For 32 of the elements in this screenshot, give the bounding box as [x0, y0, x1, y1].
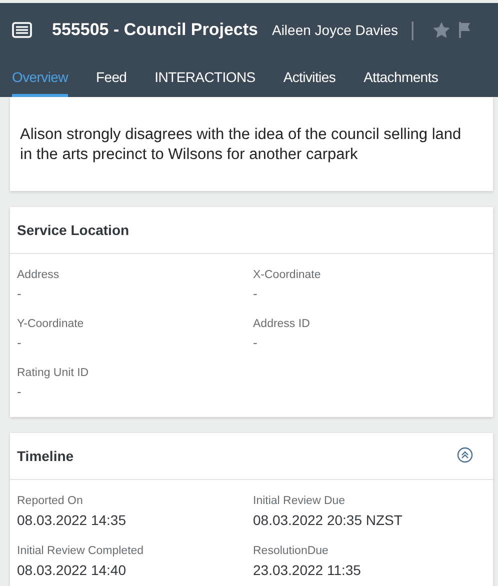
field-value: 23.03.2022 11:35	[253, 562, 362, 578]
collapse-button[interactable]	[457, 446, 473, 466]
section-title: Service Location	[17, 222, 130, 238]
field-label: Y-Coordinate	[17, 318, 85, 330]
field-value: -	[17, 384, 22, 399]
field-value: -	[253, 286, 258, 301]
field-value: 08.03.2022 14:40	[17, 562, 127, 578]
field-label: Rating Unit ID	[17, 367, 90, 379]
field-label: Initial Review Due	[253, 495, 346, 507]
tab[interactable]: Activities	[283, 57, 336, 97]
field-label: Address	[17, 269, 60, 281]
field-value: 08.03.2022 14:35	[17, 512, 127, 528]
description-text: Alison strongly disagrees with the idea of the council selling land in the arts precinct to Wilsons for another carpark	[20, 125, 462, 165]
field-value: -	[17, 286, 22, 301]
flag-icon[interactable]	[458, 22, 470, 38]
star-icon[interactable]	[433, 22, 450, 38]
field-value: -	[253, 335, 258, 350]
tab[interactable]: Attachments	[364, 57, 438, 97]
field-label: X-Coordinate	[253, 269, 322, 281]
tab[interactable]: Feed	[96, 57, 127, 97]
separator: |	[410, 18, 416, 42]
field-label: ResolutionDue	[253, 545, 330, 557]
list-icon[interactable]	[12, 22, 32, 38]
field-label: Reported On	[17, 495, 84, 507]
owner-name: Aileen Joyce Davies	[272, 22, 398, 38]
section-title: Timeline	[17, 448, 74, 464]
tab[interactable]: INTERACTIONS	[154, 57, 256, 97]
field-label: Initial Review Completed	[17, 545, 145, 557]
field-label: Address ID	[253, 318, 311, 330]
field-value: -	[17, 335, 22, 350]
field-value: 08.03.2022 20:35 NZST	[253, 512, 404, 528]
record-title: 555505 - Council Projects	[52, 20, 258, 40]
